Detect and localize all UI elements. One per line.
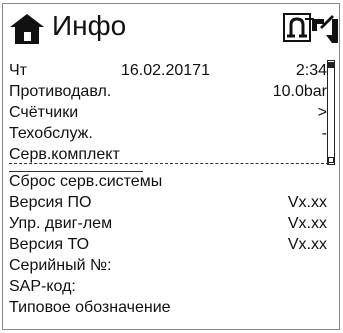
info-list: Чт 16.02.20171 2:34 Противодавл. 10.0bar… [3,60,339,165]
counters-chevron: > [317,104,327,121]
backpressure-value: 10.0bar [272,83,327,100]
serial-number-label: Серийный №: [9,257,112,274]
divider [9,163,329,164]
auto-control-icon[interactable] [310,13,340,45]
list-item[interactable]: Техобслуж. - [3,123,339,144]
software-version-label: Версия ПО [9,194,92,211]
home-icon[interactable] [9,13,45,45]
day-label: Чт [9,62,27,79]
motor-control-value: Vx.xx [287,215,327,232]
sap-code-label: SAP-код: [9,278,76,295]
backpressure-label: Противодавл. [9,83,112,100]
time-value: 2:34 [295,62,327,79]
scroll-up-marker[interactable] [328,62,334,68]
type-designation-label: Типовое обозначение [9,299,171,316]
list-item: Версия ТО Vx.xx [3,234,339,255]
scrollbar[interactable] [327,60,335,165]
list-item: Версия ПО Vx.xx [3,192,339,213]
motor-control-label: Упр. двиг-лем [9,215,113,232]
service-kit-label: Серв.комплект [9,146,120,163]
date-value: 16.02.20171 [121,62,210,79]
service-list: Сброс серв.системы Версия ПО Vx.xx Упр. … [3,171,339,318]
counters-label: Счётчики [9,104,79,121]
info-screen: Инфо Чт 16.02.20171 2:34 Противодавл. 10… [2,3,340,330]
list-item: Типовое обозначение [3,297,339,318]
maintenance-label: Техобслуж. [9,125,93,142]
list-item: Серийный №: [3,255,339,276]
header: Инфо [3,4,339,52]
software-version-value: Vx.xx [287,194,327,211]
list-item: Упр. двиг-лем Vx.xx [3,213,339,234]
list-item[interactable]: Счётчики > [3,102,339,123]
to-version-value: Vx.xx [287,236,327,253]
list-item[interactable]: Серв.комплект [3,144,339,165]
page-title: Инфо [52,10,127,41]
reset-service-label: Сброс серв.системы [9,173,163,190]
list-item: Чт 16.02.20171 2:34 [3,60,339,81]
list-item: SAP-код: [3,276,339,297]
to-version-label: Версия ТО [9,236,90,253]
list-item[interactable]: Противодавл. 10.0bar [3,81,339,102]
list-item[interactable]: Сброс серв.системы [3,171,339,192]
